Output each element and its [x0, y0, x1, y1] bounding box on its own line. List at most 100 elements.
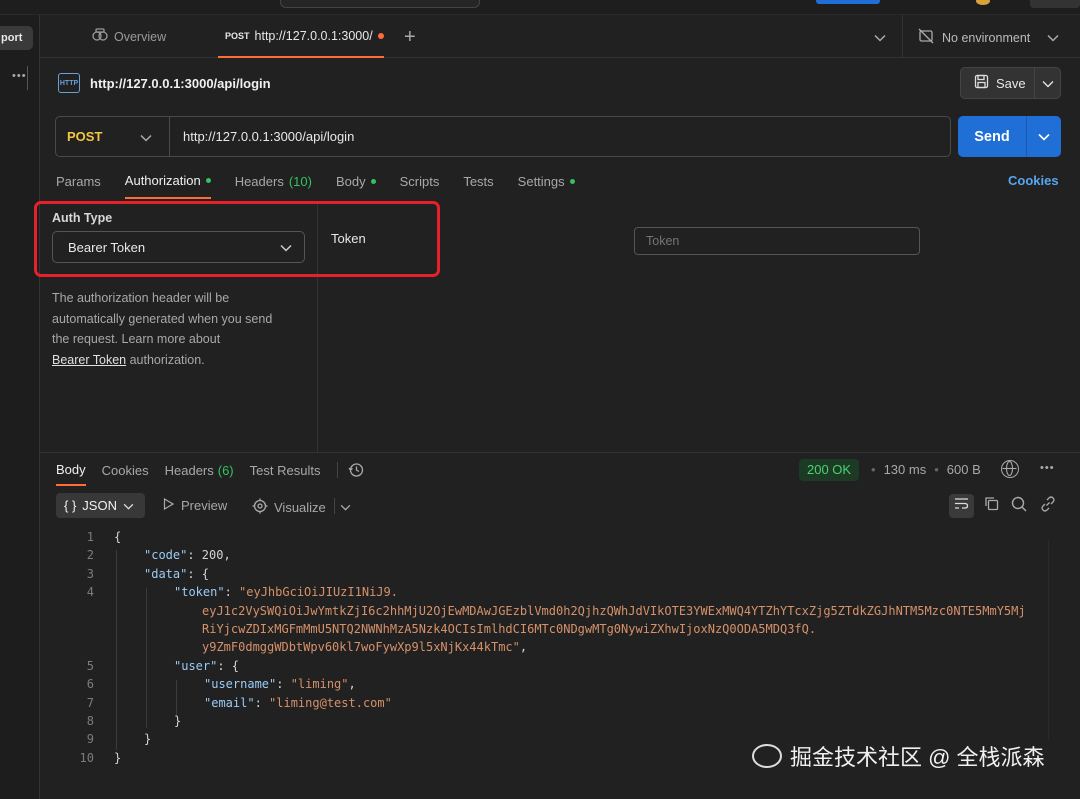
watermark-text: 掘金技术社区 @ 全栈派森 — [790, 745, 1045, 770]
visualize-icon — [252, 498, 268, 517]
response-size[interactable]: 600 B — [947, 462, 981, 477]
search-bar[interactable] — [280, 0, 480, 8]
request-title[interactable]: http://127.0.0.1:3000/api/login — [90, 76, 271, 91]
send-button[interactable]: Send — [958, 116, 1061, 157]
auth-desc-line: the request. Learn more about — [52, 332, 221, 346]
resp-tab-headers-label: Headers — [164, 463, 214, 478]
tab-settings[interactable]: Settings — [518, 173, 575, 199]
response-stats: • 130 ms • 600 B — [871, 462, 981, 477]
code-text: { — [114, 530, 122, 544]
headers-count: (10) — [288, 174, 312, 189]
link-icon[interactable] — [1040, 496, 1056, 516]
code-line: 8} — [70, 712, 1026, 730]
format-label: JSON — [82, 498, 117, 513]
chevron-down-icon[interactable] — [140, 130, 152, 145]
auth-desc-line: automatically generated when you send — [52, 311, 273, 326]
token-input[interactable] — [634, 227, 920, 255]
resp-tab-test-results[interactable]: Test Results — [250, 462, 321, 486]
line-number: 9 — [86, 732, 94, 747]
status-badge[interactable]: 200 OK — [799, 459, 860, 481]
code-string: RiYjcwZDIxMGFmMmU5NTQ2NWNhMzA5Nzk4OCIsIm… — [202, 621, 817, 636]
wechat-icon — [752, 744, 782, 768]
chevron-down-icon[interactable] — [1027, 116, 1061, 157]
url-divider — [169, 117, 170, 156]
send-label: Send — [958, 116, 1027, 157]
visualize-divider — [334, 498, 335, 514]
tab-body[interactable]: Body — [336, 173, 376, 199]
code-line: 3 "data": { — [70, 565, 1026, 583]
code-text: : { — [217, 658, 240, 673]
watermark: 掘金技术社区 @ 全栈派森 — [752, 740, 1045, 772]
code-line: 6 "username": "liming", — [70, 675, 1026, 693]
plus-icon[interactable]: + — [404, 27, 416, 47]
invite-button[interactable] — [816, 0, 880, 4]
bearer-token-link[interactable]: Bearer Token — [52, 353, 126, 367]
response-time[interactable]: 130 ms — [884, 462, 927, 477]
globe-icon[interactable] — [1001, 460, 1019, 478]
format-select[interactable]: { } JSON — [56, 493, 145, 518]
active-dot — [569, 179, 575, 184]
url-input[interactable]: http://127.0.0.1:3000/api/login — [183, 129, 354, 144]
tab-headers[interactable]: Headers (10) — [235, 173, 312, 199]
resp-tab-cookies[interactable]: Cookies — [102, 462, 149, 486]
resp-tab-divider — [337, 462, 338, 478]
avatar[interactable] — [976, 0, 990, 5]
import-button[interactable]: port — [0, 26, 33, 50]
visualize-button[interactable]: Visualize — [252, 498, 326, 517]
chevron-down-icon[interactable] — [340, 499, 351, 514]
code-line: 5 "user": { — [70, 657, 1026, 675]
line-number: 8 — [86, 713, 94, 728]
code-key: "email" — [204, 695, 255, 710]
tab-active-request[interactable]: POST http://127.0.0.1:3000/a — [218, 15, 384, 58]
copy-icon[interactable] — [984, 496, 999, 515]
code-key: "data" — [144, 566, 188, 581]
save-label: Save — [996, 75, 1026, 91]
code-string: eyJ1c2VySWQiOiJwYmtkZjI6c2hhMjU2OjEwMDAw… — [202, 603, 1026, 618]
auth-desc-line: authorization. — [126, 352, 205, 367]
tab-tests[interactable]: Tests — [463, 173, 493, 199]
highlight-box — [34, 201, 440, 277]
wrap-icon[interactable] — [954, 496, 969, 515]
search-icon[interactable] — [1011, 496, 1027, 516]
preview-label: Preview — [181, 498, 228, 513]
chevron-down-icon[interactable] — [1047, 30, 1059, 45]
resp-tab-headers[interactable]: Headers (6) — [165, 462, 234, 486]
code-key: "username" — [204, 677, 277, 692]
scrollbar-track[interactable] — [1048, 540, 1049, 740]
code-text: } — [174, 713, 182, 728]
tab-method: POST — [225, 30, 250, 41]
more-options-icon[interactable]: ••• — [1040, 462, 1055, 474]
environment-selector[interactable]: No environment — [918, 28, 1030, 47]
response-tabs: Body Cookies Headers (6) Test Results — [56, 462, 320, 486]
chevron-down-icon[interactable] — [874, 30, 886, 45]
visualize-label: Visualize — [274, 500, 326, 515]
code-text: : 200, — [187, 548, 231, 563]
method-select[interactable]: POST — [67, 129, 102, 144]
code-line: 1{ — [70, 528, 1026, 546]
code-string: "liming" — [290, 677, 349, 692]
no-environment-icon — [918, 28, 934, 47]
tab-overview[interactable]: Overview — [92, 28, 166, 45]
code-line: 2 "code": 200, — [70, 546, 1026, 564]
save-button[interactable]: Save — [960, 67, 1061, 99]
line-number: 10 — [79, 750, 94, 765]
resp-tab-body[interactable]: Body — [56, 462, 86, 486]
active-dot — [205, 178, 211, 183]
more-options-icon[interactable]: ••• — [12, 70, 27, 82]
tab-overview-label: Overview — [114, 29, 167, 44]
upgrade-button[interactable] — [1030, 0, 1080, 8]
left-sidebar — [0, 15, 40, 799]
cookies-link[interactable]: Cookies — [1008, 173, 1059, 188]
unsaved-dot — [378, 32, 384, 39]
code-text: , — [348, 677, 356, 692]
code-line: y9ZmF0dmggWDbtWpv60kl7woFywXp9l5xNjKx44k… — [70, 638, 1026, 656]
chevron-down-icon[interactable] — [1035, 76, 1060, 91]
tab-scripts[interactable]: Scripts — [400, 173, 440, 199]
tab-authorization[interactable]: Authorization — [124, 173, 211, 199]
code-string: "eyJhbGciOiJIUzI1NiJ9. — [239, 585, 398, 600]
tab-params[interactable]: Params — [56, 173, 101, 199]
history-icon[interactable] — [348, 462, 364, 481]
line-number: 4 — [86, 585, 94, 600]
code-key: "code" — [144, 548, 188, 563]
preview-button[interactable]: Preview — [163, 497, 228, 513]
